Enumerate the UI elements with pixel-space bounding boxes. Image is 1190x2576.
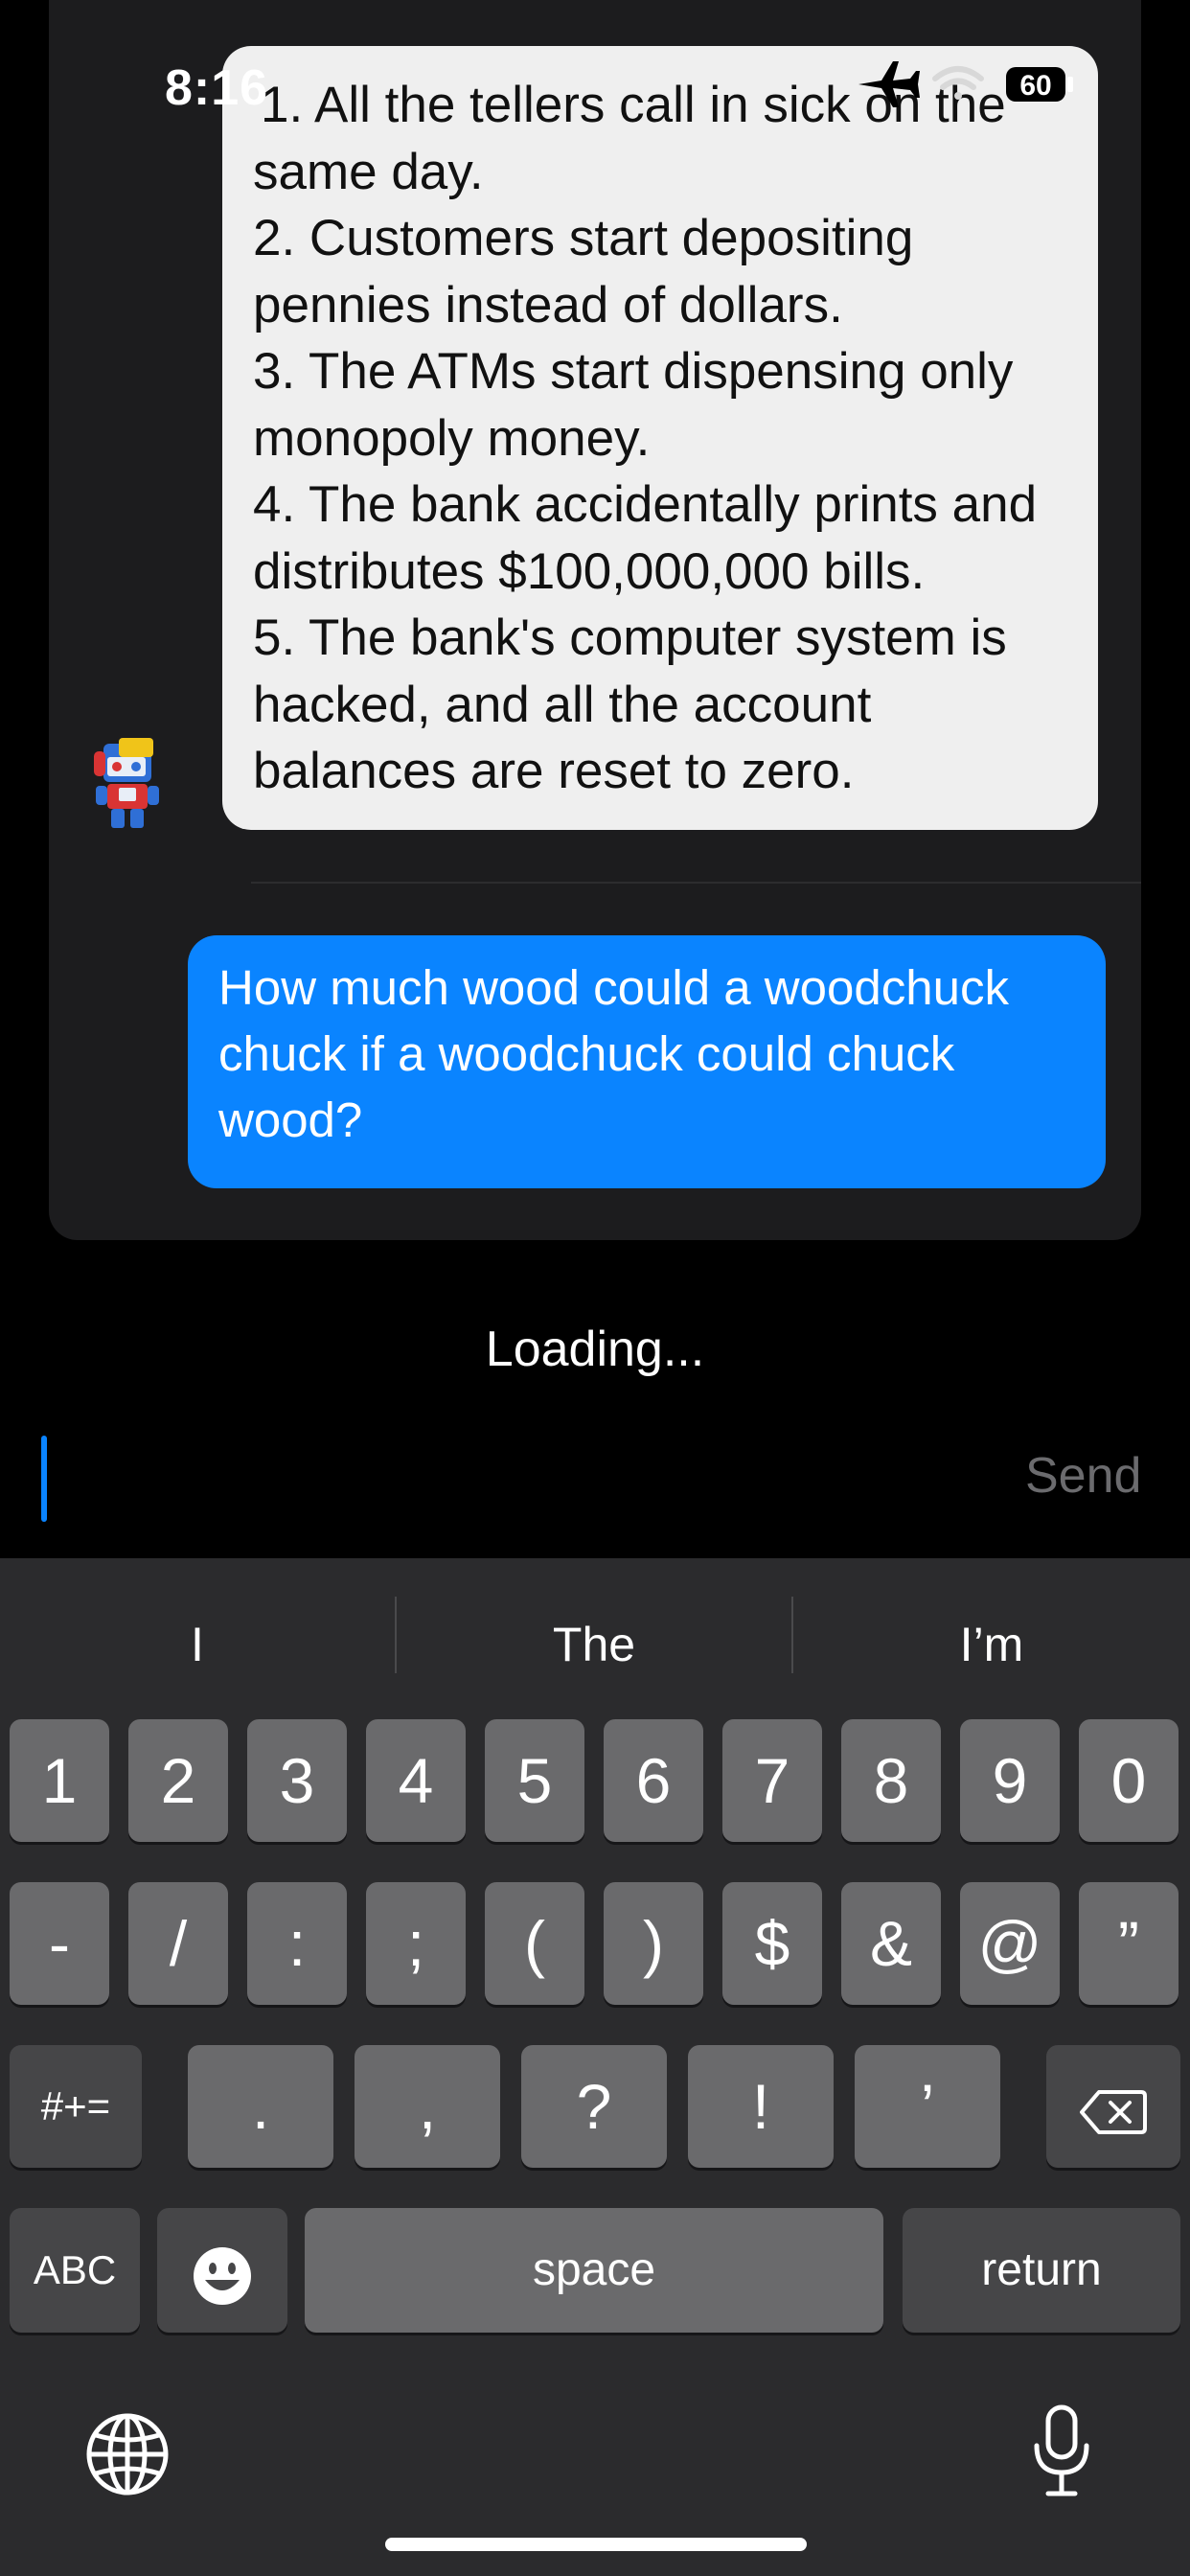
backspace-key[interactable]: [1046, 2045, 1180, 2168]
key-hyphen[interactable]: -: [10, 1882, 109, 2005]
key-slash[interactable]: /: [128, 1882, 228, 2005]
message-input[interactable]: [57, 1428, 981, 1531]
key-ampersand[interactable]: &: [841, 1882, 941, 2005]
key-colon[interactable]: :: [247, 1882, 347, 2005]
key-dollar[interactable]: $: [722, 1882, 822, 2005]
suggestion-item[interactable]: I: [0, 1606, 395, 1683]
key-open-paren[interactable]: (: [485, 1882, 584, 2005]
key-period[interactable]: .: [188, 2045, 333, 2168]
key-close-paren[interactable]: ): [604, 1882, 703, 2005]
key-4[interactable]: 4: [366, 1719, 466, 1842]
status-icons: 60: [858, 61, 1073, 107]
bot-message-line: 5. The bank's computer system is: [253, 610, 1007, 666]
key-7[interactable]: 7: [722, 1719, 822, 1842]
status-time: 8:16: [165, 60, 269, 116]
key-question[interactable]: ?: [521, 2045, 667, 2168]
key-1[interactable]: 1: [10, 1719, 109, 1842]
key-abc[interactable]: ABC: [10, 2208, 140, 2333]
bot-message-line: monopoly money.: [253, 409, 651, 467]
bot-message-line: balances are reset to zero.: [253, 743, 855, 799]
emoji-icon: [194, 2246, 251, 2305]
user-message-line: wood?: [218, 1092, 363, 1147]
emoji-key[interactable]: [157, 2208, 287, 2333]
key-8[interactable]: 8: [841, 1719, 941, 1842]
key-semicolon[interactable]: ;: [366, 1882, 466, 2005]
bot-message-line: 4. The bank accidentally prints and: [253, 476, 1038, 533]
user-message-line: chuck if a woodchuck could chuck: [218, 1026, 955, 1081]
key-exclamation[interactable]: !: [688, 2045, 834, 2168]
backspace-icon: [1080, 2089, 1147, 2134]
key-9[interactable]: 9: [960, 1719, 1060, 1842]
wifi-icon: [932, 66, 984, 100]
key-apostrophe[interactable]: ’: [855, 2045, 1000, 2168]
user-message-bubble: How much wood could a woodchuck chuck if…: [188, 935, 1106, 1188]
space-key[interactable]: space: [305, 2208, 883, 2333]
bot-message-bubble: 1. All the tellers call in sick on the s…: [222, 46, 1098, 830]
bot-message-line: pennies instead of dollars.: [253, 276, 843, 334]
bot-message-line: same day.: [253, 143, 484, 200]
key-2[interactable]: 2: [128, 1719, 228, 1842]
key-more-symbols[interactable]: #+=: [10, 2045, 142, 2168]
send-button[interactable]: Send: [1025, 1447, 1141, 1505]
key-comma[interactable]: ,: [355, 2045, 500, 2168]
home-indicator: [385, 2538, 807, 2551]
suggestion-item[interactable]: I’m: [793, 1606, 1190, 1683]
key-0[interactable]: 0: [1079, 1719, 1179, 1842]
bot-message-line: 2. Customers start depositing: [253, 210, 914, 266]
key-5[interactable]: 5: [485, 1719, 584, 1842]
return-key[interactable]: return: [903, 2208, 1180, 2333]
bot-avatar: [94, 738, 159, 828]
key-3[interactable]: 3: [247, 1719, 347, 1842]
key-6[interactable]: 6: [604, 1719, 703, 1842]
globe-icon[interactable]: [84, 2411, 171, 2497]
text-caret: [41, 1436, 47, 1522]
bot-message-line: 3. The ATMs start dispensing only: [253, 343, 1014, 400]
message-divider: [251, 882, 1141, 884]
user-message-line: How much wood could a woodchuck: [218, 960, 1009, 1015]
loading-indicator: Loading...: [485, 1322, 705, 1377]
microphone-icon[interactable]: [1023, 2404, 1100, 2499]
bot-message-line: distributes $100,000,000 bills.: [253, 542, 926, 600]
key-at[interactable]: @: [960, 1882, 1060, 2005]
bot-message-line: hacked, and all the account: [253, 676, 872, 733]
key-quote[interactable]: ”: [1079, 1882, 1179, 2005]
suggestion-item[interactable]: The: [397, 1606, 791, 1683]
battery-percentage: 60: [1019, 70, 1051, 102]
battery-icon: 60: [1006, 67, 1073, 102]
airplane-icon: [858, 61, 920, 107]
